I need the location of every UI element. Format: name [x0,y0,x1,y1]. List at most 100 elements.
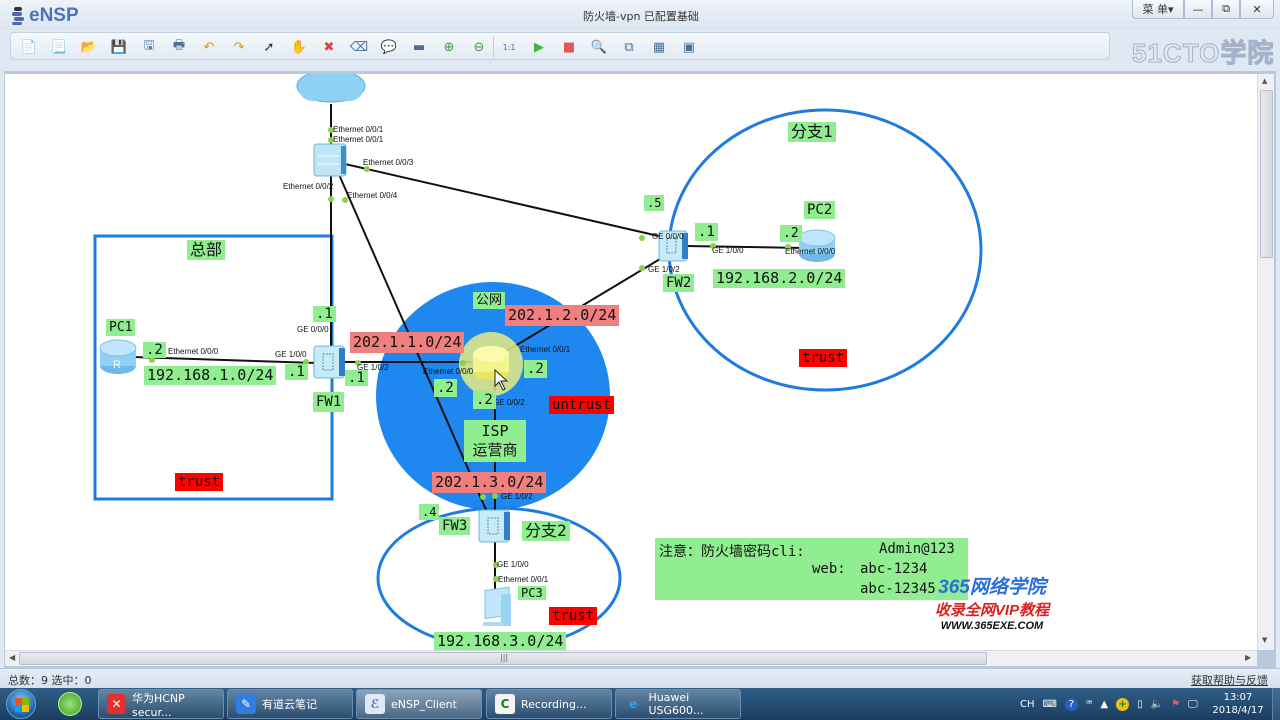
save-button[interactable]: 💾 [109,37,129,57]
select-button[interactable]: ➚ [259,37,279,57]
device-label-fw1: FW1 [313,392,345,412]
taskbar-item[interactable]: ℰeNSP_Client [356,689,482,719]
restore-button[interactable]: ⧉ [1212,0,1240,19]
app-logo: eNSP [10,5,79,27]
device-label-pc1: PC1 [106,319,136,336]
topology-canvas[interactable]: R Ethernet 0/0/1 Ethernet 0/0/1 Ethernet… [5,74,1257,650]
port-label: Ethernet 0/0/1 [333,125,384,134]
open-icon: 📂 [80,39,98,55]
internet-cloud-icon [296,74,366,103]
taskbar-item-label: 华为HCNP secur... [131,691,185,719]
horizontal-scrollbar[interactable]: ◀ ||| ▶ [5,650,1257,666]
horizontal-scroll-thumb[interactable]: ||| [19,652,987,665]
port-label: GE 0/0/0 [652,232,684,241]
pan-button[interactable]: ✋ [289,37,309,57]
palette-icon: ▬ [412,39,426,55]
language-indicator[interactable]: CH [1020,699,1035,710]
new-topology-icon: 📄 [20,39,38,55]
redo-button[interactable]: ↷ [229,37,249,57]
vertical-scrollbar[interactable]: ▲ ▼ [1257,74,1274,650]
camtasia-icon: C [495,694,515,714]
subnet-label-lan1: 192.168.1.0/24 [144,366,277,385]
stop-device-button[interactable]: ■ [559,37,579,57]
volume-icon[interactable]: 🔈 [1151,699,1163,710]
minimize-button[interactable]: — [1184,0,1212,19]
menu-button[interactable]: 菜 单▾ [1132,0,1184,19]
port-label: GE 1/0/0 [497,560,529,569]
vertical-scroll-thumb[interactable] [1260,90,1273,258]
text-note-button[interactable]: 💬 [379,37,399,57]
close-button[interactable]: ✕ [1240,0,1274,19]
help-icon[interactable]: ? [1064,697,1078,711]
keyboard-icon[interactable]: ⌨ [1043,699,1057,710]
isp-label-line1: ISP [481,422,509,440]
start-device-button[interactable]: ▶ [529,37,549,57]
grip-icon: ||| [500,653,509,662]
note-line1-value: Admin@123 [879,541,955,557]
taskbar-item[interactable]: ✎ 有道云笔记 [227,689,353,719]
taskbar-item[interactable]: ✕ 华为HCNP secur... [98,689,224,719]
port-label: GE 0/0/0 [297,325,329,334]
taskbar-item[interactable]: C Recording... [486,689,612,719]
new-topology-button[interactable]: 📄 [19,37,39,57]
zoom-out-button[interactable]: ⊖ [469,37,489,57]
scroll-down-arrow-icon[interactable]: ▼ [1262,636,1267,644]
app-name: eNSP [29,5,79,26]
ip-suffix-fw3-mgmt: .4 [419,504,440,520]
365-watermark-line3: WWW.365EXE.COM [940,620,1044,632]
save-as-button[interactable]: 🖫 [139,37,159,57]
scroll-left-arrow-icon[interactable]: ◀ [9,653,15,662]
isp-label-line2: 运营商 [472,441,518,459]
fit-button[interactable]: 1:1 [499,37,519,57]
new-example-button[interactable]: 📃 [49,37,69,57]
undo-button[interactable]: ↶ [199,37,219,57]
taskbar-item[interactable]: e Huawei USG600... [615,689,741,719]
delete-button[interactable]: ✖ [319,37,339,57]
start-button[interactable] [6,689,36,719]
topology-button[interactable]: ⧉ [619,37,639,57]
device-label-pc3: PC3 [518,586,546,600]
tray-app-icon[interactable]: + [1116,697,1130,711]
ip-suffix-pc1: .2 [143,342,166,358]
ip-suffix-isp-w1: .2 [434,379,457,397]
help-feedback-link[interactable]: 获取帮助与反馈 [1191,672,1268,688]
new-example-icon: 📃 [50,39,68,55]
start-device-icon: ▶ [534,39,544,55]
print-button[interactable]: 🖶 [169,37,189,57]
port-dot [460,360,466,366]
action-center-icon[interactable]: ⚑ [1171,699,1180,710]
fw1-firewall-icon [313,345,345,379]
grid-button[interactable]: ▦ [649,37,669,57]
palette-button[interactable]: ▬ [409,37,429,57]
stop-device-icon: ■ [562,39,576,55]
isp-label: ISP 运营商 [464,420,526,462]
cli-button[interactable]: ▣ [679,37,699,57]
subnet-label-wan3: 202.1.3.0/24 [432,472,547,493]
port-dot [639,265,645,271]
system-tray: CH ⌨ ? ꟹ ▲ + ▯ 🔈 ⚑ 🖵 [1020,688,1206,720]
show-desktop-button[interactable] [1272,688,1280,720]
topology-icon: ⧉ [624,39,634,55]
device-label-fw3: FW3 [439,517,471,535]
scroll-up-arrow-icon[interactable]: ▲ [1262,77,1267,85]
zone-label-public: 公网 [473,292,506,309]
zone-label-branch2: 分支2 [522,521,570,541]
delete-link-button[interactable]: ⌫ [349,37,369,57]
open-button[interactable]: 📂 [79,37,99,57]
capture-button[interactable]: 🔍 [589,37,609,57]
tray-expand-icon[interactable]: ▲ [1100,699,1108,710]
clock[interactable]: 13:07 2018/4/17 [1210,691,1266,717]
ensp-icon: ℰ [365,694,385,714]
port-label: Ethernet 0/0/2 [283,182,334,191]
zone-label-hq: 总部 [187,240,226,260]
ime-icon[interactable]: ꟹ [1086,699,1092,710]
quicklaunch-browser-icon[interactable] [58,692,82,716]
ie-icon: e [629,697,638,711]
capture-icon: 🔍 [590,39,608,55]
network-icon[interactable]: 🖵 [1188,699,1198,710]
scroll-right-arrow-icon[interactable]: ▶ [1245,653,1251,662]
ip-suffix-isp-w2: .2 [524,360,547,378]
fw3-firewall-icon [478,509,510,543]
power-icon[interactable]: ▯ [1137,699,1143,710]
zoom-in-button[interactable]: ⊕ [439,37,459,57]
